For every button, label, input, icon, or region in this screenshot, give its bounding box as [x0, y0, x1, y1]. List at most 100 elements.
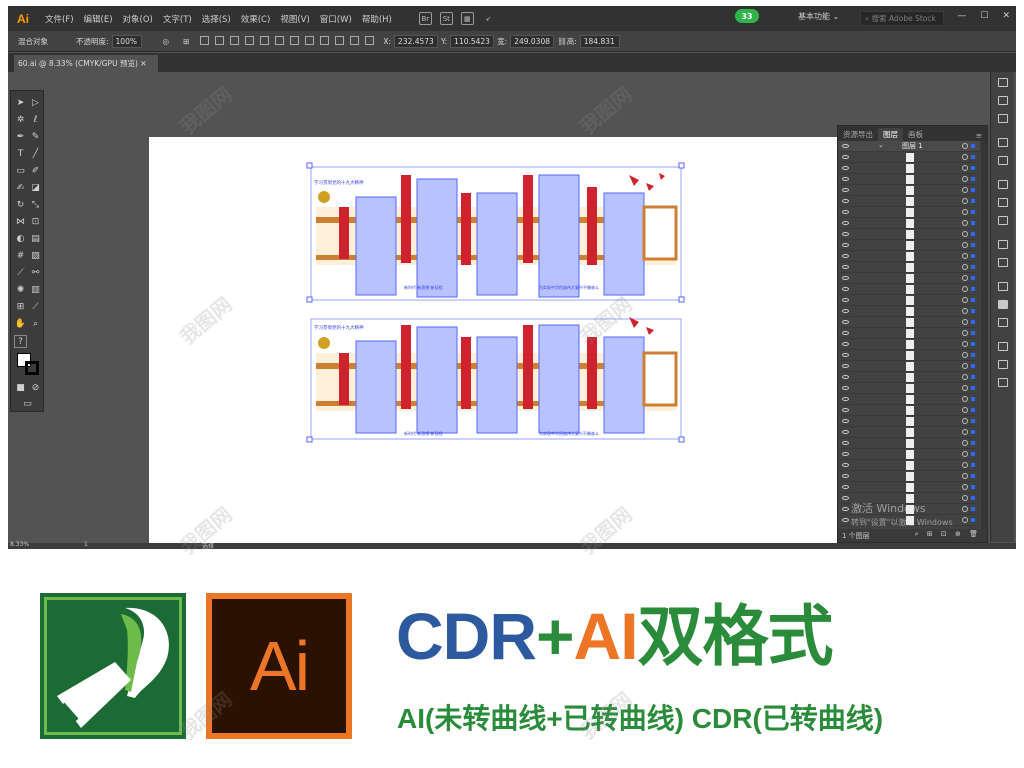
target-icon[interactable]	[962, 308, 968, 314]
eye-icon[interactable]	[842, 397, 849, 401]
distribute-bottom-icon[interactable]	[320, 35, 330, 45]
target-icon[interactable]	[962, 231, 968, 237]
target-icon[interactable]	[962, 440, 968, 446]
target-icon[interactable]	[962, 264, 968, 270]
pen-tool-icon[interactable]: ✒	[14, 130, 27, 143]
sublayer-row[interactable]	[838, 196, 979, 207]
eye-icon[interactable]	[842, 441, 849, 445]
menu-help[interactable]: 帮助(H)	[357, 13, 397, 25]
blend-tool-icon[interactable]: ⚯	[29, 266, 42, 279]
sublayer-row[interactable]	[838, 218, 979, 229]
height-input[interactable]: 184.831	[579, 34, 620, 48]
column-graph-tool-icon[interactable]: ▥	[29, 283, 42, 296]
eye-icon[interactable]	[842, 386, 849, 390]
magic-wand-tool-icon[interactable]: ✲	[14, 113, 27, 126]
free-transform-tool-icon[interactable]: ⊡	[29, 215, 42, 228]
sublayer-row[interactable]	[838, 163, 979, 174]
sublayer-row[interactable]	[838, 427, 979, 438]
sublayer-row[interactable]	[838, 405, 979, 416]
menu-edit[interactable]: 编辑(E)	[79, 13, 118, 25]
close-icon[interactable]: ✕	[1002, 11, 1010, 21]
sublayer-row[interactable]	[838, 174, 979, 185]
sublayer-row[interactable]	[838, 251, 979, 262]
maximize-icon[interactable]: ☐	[980, 11, 988, 21]
x-input[interactable]: 232.4573	[394, 34, 439, 48]
target-icon[interactable]	[962, 418, 968, 424]
expand-chevron-icon[interactable]: ⌄	[878, 141, 884, 149]
pathfinder-icon[interactable]	[998, 378, 1008, 387]
target-icon[interactable]	[962, 517, 968, 523]
bridge-icon[interactable]: Br	[418, 12, 432, 25]
sublayer-row[interactable]	[838, 262, 979, 273]
eraser-tool-icon[interactable]: ◪	[29, 181, 42, 194]
eye-icon[interactable]	[842, 364, 849, 368]
sublayer-row[interactable]	[838, 295, 979, 306]
target-icon[interactable]	[962, 330, 968, 336]
artboards-icon[interactable]	[998, 318, 1008, 327]
eye-icon[interactable]	[842, 199, 849, 203]
target-icon[interactable]	[962, 275, 968, 281]
eye-icon[interactable]	[842, 276, 849, 280]
gradient-panel-icon[interactable]	[998, 198, 1008, 207]
stock-icon[interactable]: St	[439, 12, 453, 25]
zoom-level[interactable]: 8.33%	[10, 541, 29, 548]
no-color-icon[interactable]: ⊘	[29, 381, 42, 394]
sublayer-row[interactable]	[838, 394, 979, 405]
opacity-input[interactable]: 100%	[111, 34, 142, 48]
layer-action-icons[interactable]: ⌕ ⊞ ⊡ ⊕ 🗑	[915, 530, 981, 539]
color-panel-icon[interactable]	[998, 78, 1008, 87]
y-input[interactable]: 110.5423	[450, 34, 495, 48]
menu-effect[interactable]: 效果(C)	[236, 13, 276, 25]
target-icon[interactable]	[962, 451, 968, 457]
sublayer-row[interactable]	[838, 240, 979, 251]
eye-icon[interactable]	[842, 309, 849, 313]
tab-artboards[interactable]: 画板	[903, 128, 928, 141]
link-proportions-icon[interactable]: ⛓	[557, 37, 567, 46]
swatches-icon[interactable]	[998, 114, 1008, 123]
eye-icon[interactable]	[842, 177, 849, 181]
target-icon[interactable]	[962, 165, 968, 171]
target-icon[interactable]	[962, 297, 968, 303]
eye-icon[interactable]	[842, 485, 849, 489]
target-icon[interactable]	[962, 319, 968, 325]
sublayer-row[interactable]	[838, 372, 979, 383]
artboard-tool-icon[interactable]: ⊞	[14, 300, 27, 313]
align-left-icon[interactable]	[200, 35, 210, 45]
target-icon[interactable]	[962, 209, 968, 215]
target-icon[interactable]	[962, 220, 968, 226]
sublayer-row[interactable]	[838, 339, 979, 350]
eye-icon[interactable]	[842, 342, 849, 346]
distribute-top-icon[interactable]	[290, 35, 300, 45]
notification-badge[interactable]: 33	[735, 9, 759, 23]
target-icon[interactable]	[962, 385, 968, 391]
align-bottom-icon[interactable]	[275, 35, 285, 45]
close-tab-icon[interactable]: ✕	[140, 59, 146, 68]
type-tool-icon[interactable]: T	[14, 147, 27, 160]
shaper-tool-icon[interactable]: ✍	[14, 181, 27, 194]
target-icon[interactable]	[962, 363, 968, 369]
eye-icon[interactable]	[842, 353, 849, 357]
target-icon[interactable]	[962, 198, 968, 204]
eye-icon[interactable]	[842, 166, 849, 170]
target-icon[interactable]	[962, 352, 968, 358]
eye-icon[interactable]	[842, 419, 849, 423]
tab-asset-export[interactable]: 资源导出	[838, 128, 878, 141]
target-icon[interactable]	[962, 506, 968, 512]
target-icon[interactable]	[962, 341, 968, 347]
slice-tool-icon[interactable]: ⟋	[29, 300, 42, 313]
symbols-icon[interactable]	[998, 156, 1008, 165]
paintbrush-tool-icon[interactable]: ✐	[29, 164, 42, 177]
target-icon[interactable]	[962, 495, 968, 501]
line-tool-icon[interactable]: ╱	[29, 147, 42, 160]
eye-icon[interactable]	[842, 463, 849, 467]
eye-icon[interactable]	[842, 452, 849, 456]
stock-search-input[interactable]: ⌕ 搜索 Adobe Stock	[860, 11, 944, 26]
sublayer-row[interactable]	[838, 306, 979, 317]
scale-tool-icon[interactable]: ⤡	[29, 198, 42, 211]
eye-icon[interactable]	[842, 474, 849, 478]
align-hcenter-icon[interactable]	[215, 35, 225, 45]
curvature-tool-icon[interactable]: ✎	[29, 130, 42, 143]
gpu-rocket-icon[interactable]: ➶	[482, 12, 495, 25]
align-right-icon[interactable]	[230, 35, 240, 45]
eye-icon[interactable]	[842, 298, 849, 302]
